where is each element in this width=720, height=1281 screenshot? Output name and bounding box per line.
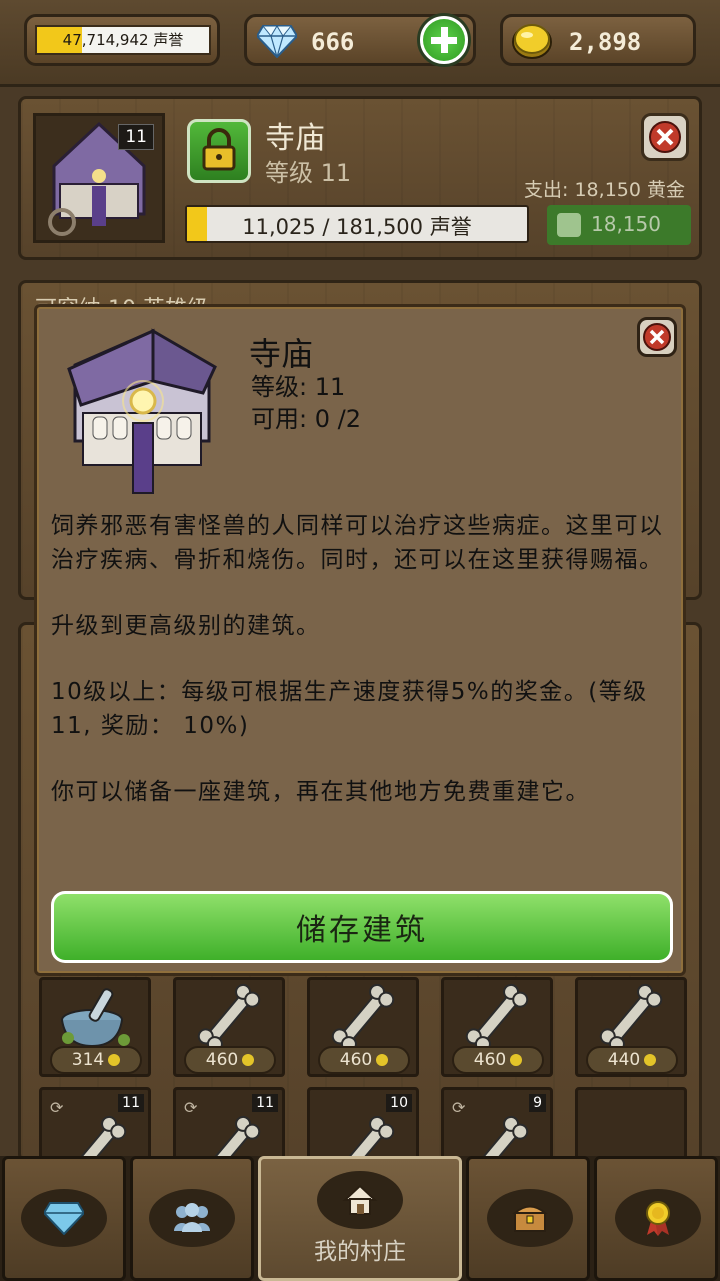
slot-price-value: 460 xyxy=(473,1050,507,1070)
reputation-progress-text: 11,025 / 181,500 声誉 xyxy=(242,215,472,239)
slot-price: 440 xyxy=(586,1046,678,1074)
slot-price: 460 xyxy=(184,1046,276,1074)
buy-upgrade-price: 18,150 xyxy=(591,212,661,236)
store-building-button[interactable]: 储存建筑 xyxy=(51,891,673,963)
refresh-icon: ⟳ xyxy=(184,1098,198,1117)
nav-village-label: 我的村庄 xyxy=(314,1239,406,1265)
temple-icon xyxy=(67,328,217,494)
slot-level-badge: 9 xyxy=(529,1094,546,1112)
plus-icon xyxy=(423,19,465,61)
description-paragraph: 你可以储备一座建筑，再在其他地方免费重建它。 xyxy=(51,779,590,805)
reputation-progress-bar: 11,025 / 181,500 声誉 xyxy=(185,205,529,243)
building-thumbnail[interactable]: 11 xyxy=(33,113,165,243)
item-slot[interactable]: 460 xyxy=(441,977,553,1077)
reputation-value: 47,714,942 声誉 xyxy=(62,31,184,49)
lock-button[interactable] xyxy=(187,119,251,183)
nav-icon-oval xyxy=(21,1189,107,1247)
close-icon xyxy=(643,323,671,351)
slot-level-badge: 11 xyxy=(252,1094,278,1112)
slot-price-value: 460 xyxy=(339,1050,373,1070)
slot-price-value: 314 xyxy=(71,1050,105,1070)
slot-price: 314 xyxy=(50,1046,142,1074)
gem-value: 666 xyxy=(311,28,355,56)
reputation-counter[interactable]: 47,714,942 声誉 xyxy=(24,14,220,66)
add-gems-button[interactable] xyxy=(417,13,471,67)
item-slot[interactable]: 460 xyxy=(173,977,285,1077)
refresh-icon: ⟳ xyxy=(50,1098,64,1117)
gold-coin-icon xyxy=(644,1054,657,1066)
nav-icon-oval xyxy=(615,1189,701,1247)
medal-icon xyxy=(646,1201,670,1236)
store-building-label: 储存建筑 xyxy=(54,894,670,960)
gem-icon xyxy=(44,1202,84,1235)
top-resource-bar: 47,714,942 声誉 666 2,898 xyxy=(0,0,720,87)
building-info-dialog: 寺庙 等级: 11 可用: 0 /2 饲养邪恶有害怪兽的人同样可以治疗这些病症。… xyxy=(34,304,686,976)
item-slot[interactable]: 460 xyxy=(307,977,419,1077)
description-paragraph: 10级以上：每级可根据生产速度获得5%的奖金。(等级 11, 奖励： 10%) xyxy=(51,679,648,739)
people-icon xyxy=(174,1203,210,1232)
slot-level-badge: 10 xyxy=(386,1094,412,1112)
refresh-icon: ⟳ xyxy=(452,1098,466,1117)
slot-price: 460 xyxy=(452,1046,544,1074)
bottom-navigation: 我的村庄 xyxy=(0,1156,720,1281)
gold-value: 2,898 xyxy=(569,28,642,56)
gem-counter[interactable]: 666 xyxy=(244,13,476,67)
dialog-description: 饲养邪恶有害怪兽的人同样可以治疗这些病症。这里可以治疗疾病、骨折和烧伤。同时，还… xyxy=(51,509,671,841)
gold-coin-icon xyxy=(510,1054,523,1066)
diamond-icon xyxy=(257,25,297,58)
item-slot[interactable]: 314 xyxy=(39,977,151,1077)
slot-price-value: 440 xyxy=(607,1050,641,1070)
gold-coin-icon xyxy=(376,1054,389,1066)
building-name: 寺庙 xyxy=(265,121,325,156)
description-paragraph: 饲养邪恶有害怪兽的人同样可以治疗这些病症。这里可以治疗疾病、骨折和烧伤。同时，还… xyxy=(51,513,664,573)
close-panel-button[interactable] xyxy=(641,113,689,161)
gold-counter[interactable]: 2,898 xyxy=(500,14,696,66)
nav-icon-oval xyxy=(487,1189,573,1247)
slot-level-badge: 11 xyxy=(118,1094,144,1112)
building-level: 等级 11 xyxy=(265,159,352,187)
padlock-icon xyxy=(202,128,236,171)
buy-upgrade-button[interactable]: 18,150 xyxy=(547,205,691,245)
reputation-bar: 47,714,942 声誉 xyxy=(35,25,211,55)
gold-coin-icon xyxy=(242,1054,255,1066)
chest-icon xyxy=(512,1205,548,1232)
plus-icon xyxy=(557,213,581,237)
building-level-badge: 11 xyxy=(118,124,154,150)
slot-price-value: 460 xyxy=(205,1050,239,1070)
slot-price: 460 xyxy=(318,1046,410,1074)
gold-coin-icon xyxy=(108,1054,121,1066)
nav-shop-button[interactable] xyxy=(2,1156,126,1281)
item-slot[interactable]: 440 xyxy=(575,977,687,1077)
dialog-building-available: 可用: 0 /2 xyxy=(251,405,361,433)
description-paragraph: 升级到更高级别的建筑。 xyxy=(51,613,321,639)
nav-village-button[interactable]: 我的村庄 xyxy=(258,1156,462,1281)
close-icon xyxy=(649,121,681,153)
home-icon xyxy=(342,1184,378,1215)
upgrade-cost: 支出: 18,150 黄金 xyxy=(524,179,685,201)
gold-coin-icon xyxy=(512,24,552,59)
close-dialog-button[interactable] xyxy=(637,317,677,357)
nav-icon-oval xyxy=(317,1171,403,1229)
nav-heroes-button[interactable] xyxy=(130,1156,254,1281)
building-panel: 11 寺庙 等级 11 支出: 18,150 黄金 11,025 / 181,5… xyxy=(18,96,702,260)
dialog-building-level: 等级: 11 xyxy=(251,373,346,401)
nav-icon-oval xyxy=(149,1189,235,1247)
nav-achievements-button[interactable] xyxy=(594,1156,718,1281)
nav-chest-button[interactable] xyxy=(466,1156,590,1281)
